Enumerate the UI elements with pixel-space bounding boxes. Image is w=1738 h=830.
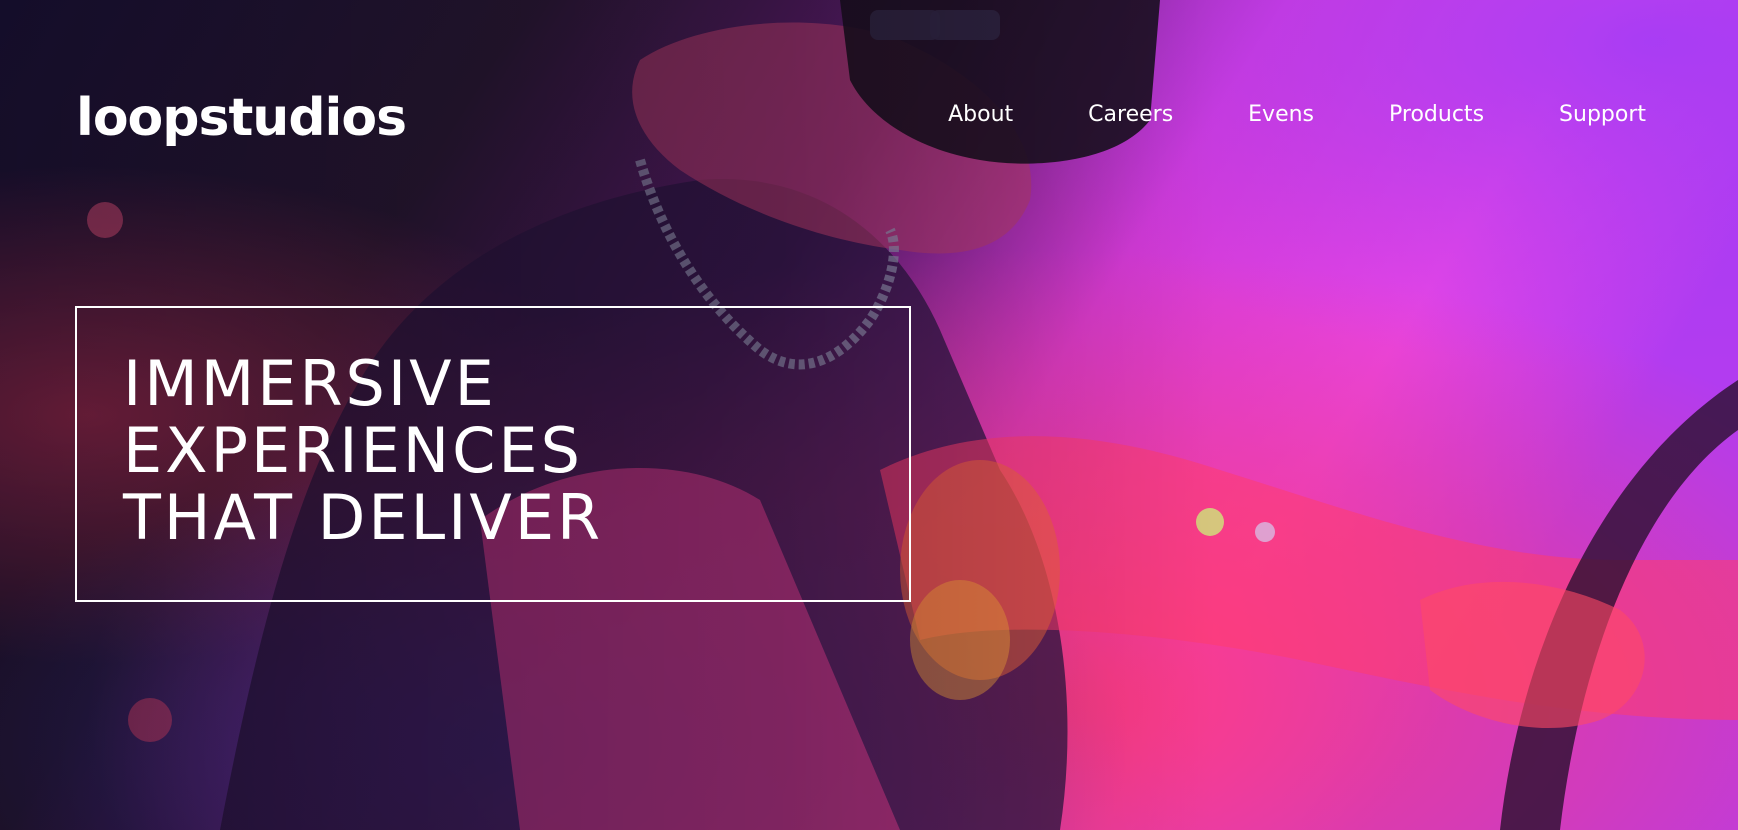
main-nav: About Careers Evens Products Support bbox=[948, 100, 1646, 130]
nav-link-careers[interactable]: Careers bbox=[1088, 100, 1173, 130]
nav-link-about[interactable]: About bbox=[948, 100, 1013, 130]
nav-link-products[interactable]: Products bbox=[1389, 100, 1484, 130]
brand-logo[interactable]: loopstudios bbox=[76, 86, 407, 150]
hero-headline-line-1: IMMERSIVE bbox=[123, 347, 497, 420]
hero-headline-line-2: EXPERIENCES bbox=[123, 414, 583, 487]
hero-headline: IMMERSIVE EXPERIENCES THAT DELIVER bbox=[123, 350, 603, 551]
hero-section: loopstudios About Careers Evens Products… bbox=[0, 0, 1738, 830]
hero-headline-line-3: THAT DELIVER bbox=[123, 481, 604, 554]
nav-link-events[interactable]: Evens bbox=[1248, 100, 1314, 130]
hero-headline-box: IMMERSIVE EXPERIENCES THAT DELIVER bbox=[75, 306, 911, 602]
nav-link-support[interactable]: Support bbox=[1559, 100, 1646, 130]
